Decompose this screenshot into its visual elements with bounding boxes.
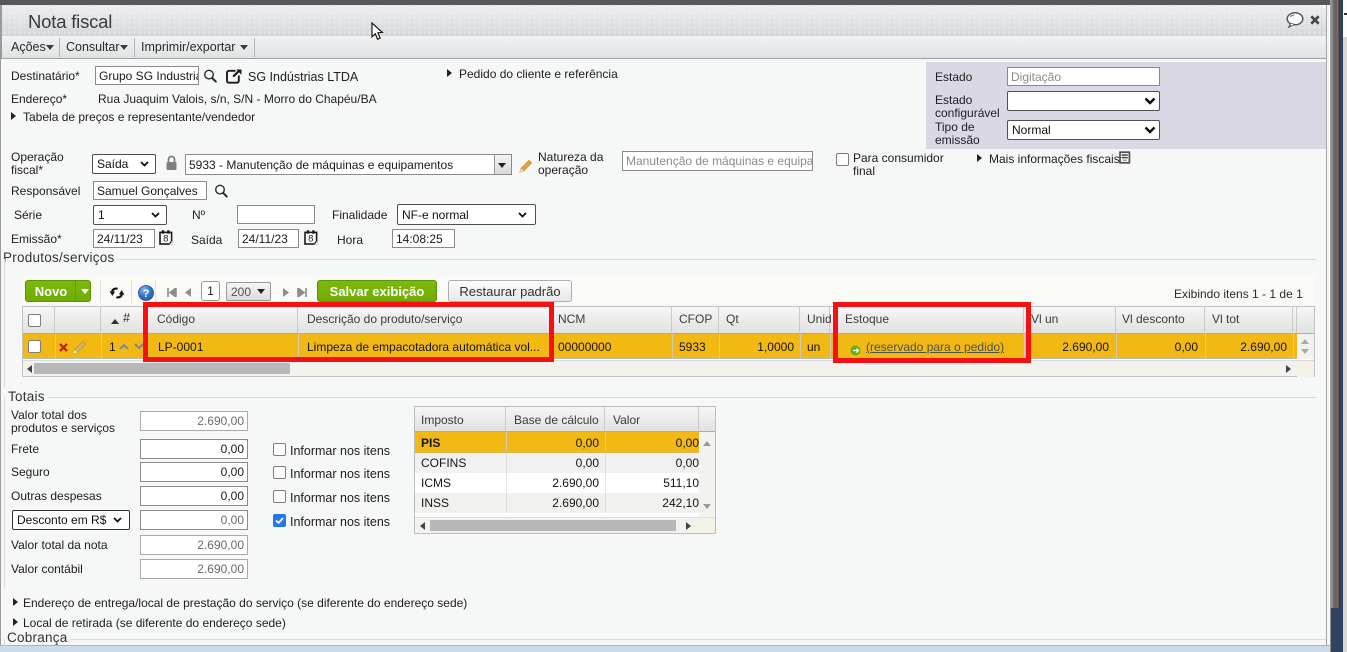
svg-text:8: 8 — [163, 234, 168, 245]
svg-text:8: 8 — [308, 234, 313, 245]
svg-text:?: ? — [143, 288, 150, 300]
